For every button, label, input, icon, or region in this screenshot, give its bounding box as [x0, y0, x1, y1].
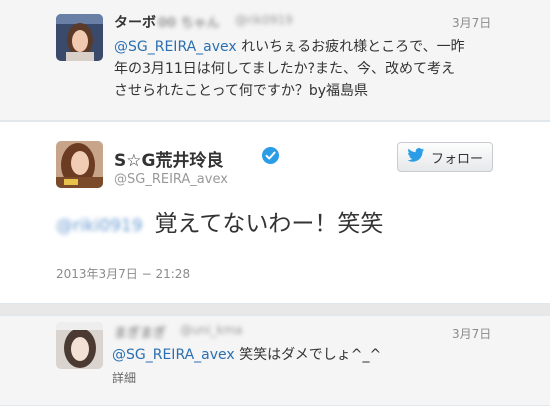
tweet-timestamp[interactable]: 2013年3月7日 − 21:28	[56, 265, 190, 282]
main-user-avatar[interactable]	[56, 141, 103, 188]
author-handle[interactable]: @rik0919	[235, 13, 293, 27]
reply-tweet-top: ターボ 00 ちゃん @rik0919 3月7日 @SG_REIRA_avex …	[0, 0, 550, 121]
reply-tweet-text: @SG_REIRA_avex 笑笑はダメでしょ^_^	[112, 344, 532, 366]
tweet-date[interactable]: 3月7日	[452, 14, 491, 31]
reply-tweet-body: 笑笑はダメでしょ^_^	[234, 347, 382, 363]
details-link[interactable]: 詳細	[112, 369, 136, 386]
twitter-bird-icon	[407, 147, 425, 167]
follow-button-label: フォロー	[430, 151, 483, 167]
tweet-text-line3: させられたことって何ですか？by福島県	[114, 83, 369, 99]
mention-link[interactable]: @SG_REIRA_avex	[112, 347, 235, 363]
reply-author-handle[interactable]: @uni_kma	[180, 323, 243, 337]
tweet-text-line1: れいちぇるお疲れ様ところで、一昨	[236, 39, 465, 55]
reply-date[interactable]: 3月7日	[452, 325, 491, 342]
follow-button[interactable]: フォロー	[397, 142, 493, 172]
reply-user-avatar[interactable]	[56, 322, 103, 369]
tweet-text: @SG_REIRA_avex れいちぇるお疲れ様ところで、一昨 年の3月11日は…	[114, 36, 534, 102]
verified-badge-icon	[262, 147, 279, 164]
author-name-blurred: 00 ちゃん	[158, 16, 220, 31]
user-avatar[interactable]	[56, 14, 103, 61]
mention-link[interactable]: @riki0919	[56, 216, 143, 236]
main-author-name[interactable]: S☆G荒井玲良	[114, 146, 223, 171]
main-tweet-body: 覚えてないわー！笑笑	[154, 211, 384, 237]
main-author-handle[interactable]: @SG_REIRA_avex	[114, 172, 228, 187]
tweet-text-line2: 年の3月11日は何してましたか?また、今、改めて考え	[114, 61, 456, 77]
reply-author-name[interactable]: まぎまぎ	[114, 322, 166, 341]
author-name[interactable]: ターボ	[114, 12, 156, 32]
mention-link[interactable]: @SG_REIRA_avex	[114, 39, 237, 55]
main-tweet-text: @riki0919 覚えてないわー！笑笑	[56, 204, 383, 238]
